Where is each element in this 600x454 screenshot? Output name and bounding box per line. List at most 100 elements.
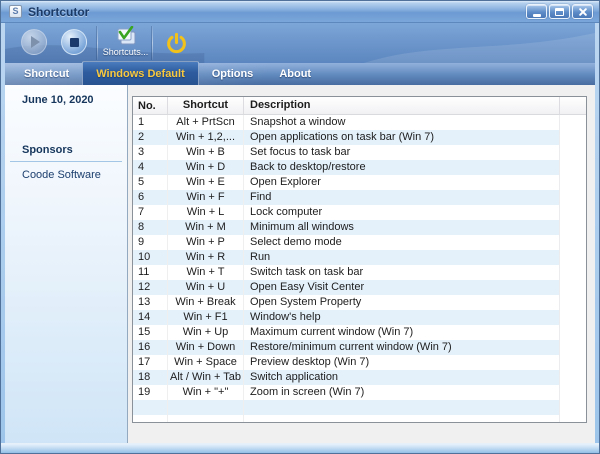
table-cell xyxy=(559,250,586,265)
table-row[interactable]: 8Win + MMinimum all windows xyxy=(133,220,586,235)
tab-about[interactable]: About xyxy=(266,63,324,85)
table-cell xyxy=(559,235,586,250)
table-row[interactable]: 16Win + DownRestore/minimum current wind… xyxy=(133,340,586,355)
power-button[interactable] xyxy=(159,23,193,63)
table-cell xyxy=(559,280,586,295)
tab-shortcut[interactable]: Shortcut xyxy=(11,63,82,85)
date-label: June 10, 2020 xyxy=(22,94,127,106)
table-cell: Win + F xyxy=(167,190,243,205)
tab-options[interactable]: Options xyxy=(199,63,267,85)
table-cell: Switch application xyxy=(243,370,559,385)
table-row[interactable] xyxy=(133,400,586,415)
table-cell: Win + F1 xyxy=(167,310,243,325)
window-bottom-edge xyxy=(1,443,599,453)
stop-button[interactable] xyxy=(61,29,87,55)
table-cell: 14 xyxy=(133,310,167,325)
shortcuts-button-label: Shortcuts... xyxy=(103,47,149,57)
table-row[interactable]: 6Win + FFind xyxy=(133,190,586,205)
table-cell: Alt / Win + Tab xyxy=(167,370,243,385)
toolbar-wave-decoration xyxy=(5,23,595,63)
table-cell: Maximum current window (Win 7) xyxy=(243,325,559,340)
table-cell xyxy=(167,400,243,415)
table-cell: 3 xyxy=(133,145,167,160)
table-cell: Win + D xyxy=(167,160,243,175)
table-cell: Win + U xyxy=(167,280,243,295)
titlebar: S Shortcutor xyxy=(1,1,599,23)
table-row[interactable]: 2Win + 1,2,...Open applications on task … xyxy=(133,130,586,145)
table-row[interactable]: 9Win + PSelect demo mode xyxy=(133,235,586,250)
column-header-no[interactable]: No. xyxy=(133,100,167,112)
window-controls xyxy=(526,4,593,19)
column-header-blank xyxy=(559,97,586,114)
table-cell: Win + T xyxy=(167,265,243,280)
table-cell: Win + 1,2,... xyxy=(167,130,243,145)
maximize-button[interactable] xyxy=(549,4,570,19)
table-row[interactable]: 4Win + DBack to desktop/restore xyxy=(133,160,586,175)
shortcuts-button[interactable]: Shortcuts... xyxy=(102,23,149,63)
table-row[interactable]: 12Win + UOpen Easy Visit Center xyxy=(133,280,586,295)
table-cell xyxy=(243,415,559,423)
table-row[interactable]: 10Win + RRun xyxy=(133,250,586,265)
table-row[interactable]: 11Win + TSwitch task on task bar xyxy=(133,265,586,280)
table-cell: 5 xyxy=(133,175,167,190)
sponsor-link[interactable]: Coode Software xyxy=(22,169,127,181)
table-cell: 7 xyxy=(133,205,167,220)
table-cell: Zoom in screen (Win 7) xyxy=(243,385,559,400)
table-cell xyxy=(559,190,586,205)
toolbar-separator xyxy=(152,26,153,60)
table-row[interactable]: 7Win + LLock computer xyxy=(133,205,586,220)
table-cell: Switch task on task bar xyxy=(243,265,559,280)
toolbar: Shortcuts... xyxy=(5,23,595,63)
table-row[interactable]: 19Win + "+"Zoom in screen (Win 7) xyxy=(133,385,586,400)
minimize-button[interactable] xyxy=(526,4,547,19)
table-cell xyxy=(167,415,243,423)
table-cell xyxy=(559,115,586,130)
shortcut-table-body: 1Alt + PrtScnSnapshot a window2Win + 1,2… xyxy=(133,115,586,423)
table-cell: Lock computer xyxy=(243,205,559,220)
table-row[interactable]: 14Win + F1Window's help xyxy=(133,310,586,325)
column-header-description[interactable]: Description xyxy=(243,97,559,114)
table-cell xyxy=(559,265,586,280)
table-row[interactable]: 1Alt + PrtScnSnapshot a window xyxy=(133,115,586,130)
sidebar: June 10, 2020 Sponsors Coode Software xyxy=(5,85,128,445)
table-cell xyxy=(133,415,167,423)
close-button[interactable] xyxy=(572,4,593,19)
main-panel: No. Shortcut Description 1Alt + PrtScnSn… xyxy=(128,85,595,445)
shortcuts-window-check-icon xyxy=(114,26,138,46)
table-cell: 2 xyxy=(133,130,167,145)
tab-windows-default[interactable]: Windows Default xyxy=(82,61,199,85)
table-cell: Run xyxy=(243,250,559,265)
table-cell: Win + Down xyxy=(167,340,243,355)
table-cell: Win + Up xyxy=(167,325,243,340)
table-cell xyxy=(559,205,586,220)
table-cell xyxy=(559,145,586,160)
table-cell xyxy=(559,160,586,175)
table-cell: Win + L xyxy=(167,205,243,220)
column-header-shortcut[interactable]: Shortcut xyxy=(167,97,243,114)
table-cell: Find xyxy=(243,190,559,205)
table-row[interactable]: 13Win + BreakOpen System Property xyxy=(133,295,586,310)
table-row[interactable]: 5Win + EOpen Explorer xyxy=(133,175,586,190)
table-cell: 19 xyxy=(133,385,167,400)
table-cell: Back to desktop/restore xyxy=(243,160,559,175)
play-button[interactable] xyxy=(21,29,47,55)
table-cell: 1 xyxy=(133,115,167,130)
tab-bar: ShortcutWindows DefaultOptionsAbout xyxy=(5,63,595,85)
table-cell: Open Explorer xyxy=(243,175,559,190)
table-row[interactable]: 3Win + BSet focus to task bar xyxy=(133,145,586,160)
play-icon xyxy=(31,36,40,48)
table-row[interactable] xyxy=(133,415,586,423)
stop-icon xyxy=(70,38,79,47)
table-row[interactable]: 15Win + UpMaximum current window (Win 7) xyxy=(133,325,586,340)
table-cell: Open applications on task bar (Win 7) xyxy=(243,130,559,145)
table-row[interactable]: 17Win + SpacePreview desktop (Win 7) xyxy=(133,355,586,370)
table-cell xyxy=(559,130,586,145)
table-cell: Win + P xyxy=(167,235,243,250)
power-icon xyxy=(165,32,188,55)
table-cell xyxy=(559,415,586,423)
table-cell: Set focus to task bar xyxy=(243,145,559,160)
table-row[interactable]: 18Alt / Win + TabSwitch application xyxy=(133,370,586,385)
shortcut-table: No. Shortcut Description 1Alt + PrtScnSn… xyxy=(132,96,587,423)
table-header: No. Shortcut Description xyxy=(133,97,586,115)
table-cell xyxy=(559,175,586,190)
